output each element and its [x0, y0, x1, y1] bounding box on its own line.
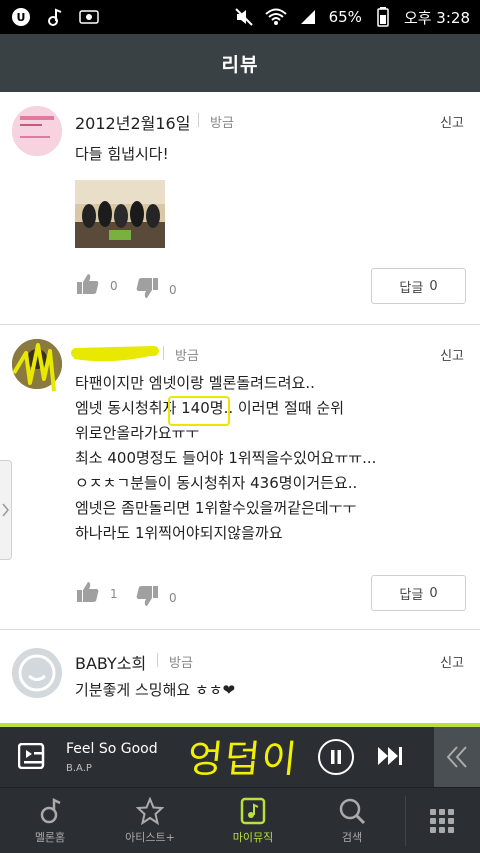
- grid-menu-icon: [430, 809, 454, 833]
- melon-note-icon: [40, 797, 61, 824]
- header-bar: 리뷰: [0, 34, 480, 92]
- review-author: BABY소희: [75, 654, 147, 673]
- status-bar: U 65% 오후 3:28: [0, 0, 480, 34]
- music-note-icon: [44, 6, 66, 28]
- thumbs-up-icon[interactable]: [76, 580, 100, 607]
- playlist-icon[interactable]: [17, 742, 46, 773]
- nav-item-search[interactable]: 검색: [320, 788, 384, 853]
- report-button[interactable]: 신고: [440, 112, 464, 131]
- my-music-icon: [240, 797, 266, 825]
- nav-item-melon-home[interactable]: 멜론홈: [18, 788, 82, 853]
- dislike-count: 0: [169, 590, 177, 605]
- thumbs-down-icon[interactable]: [135, 276, 159, 303]
- dislike-group: 0: [135, 276, 177, 303]
- like-count: 1: [110, 586, 118, 601]
- battery-icon: [372, 6, 394, 28]
- divider: [163, 346, 164, 360]
- wifi-icon: [264, 6, 287, 28]
- image-icon: [78, 6, 100, 28]
- review-photo[interactable]: [75, 180, 165, 248]
- svg-text:U: U: [17, 11, 26, 24]
- page-title: 리뷰: [221, 53, 259, 76]
- dislike-count: 0: [169, 282, 177, 297]
- review-content: 기분좋게 스밍해요 ㅎㅎ❤: [75, 681, 236, 699]
- thumbs-down-icon[interactable]: [135, 584, 159, 611]
- pause-button[interactable]: [318, 739, 354, 775]
- thumbs-up-icon[interactable]: [76, 272, 100, 299]
- review-time: 방금: [169, 656, 193, 671]
- mute-icon: [233, 6, 255, 28]
- clock: 오후 3:28: [403, 8, 470, 27]
- star-icon: [136, 797, 164, 825]
- like-count: 0: [110, 278, 118, 293]
- divider: [198, 113, 199, 127]
- dislike-group: 0: [135, 584, 177, 611]
- song-artist: B.A.P: [66, 763, 92, 774]
- reply-label: 답글: [399, 280, 424, 296]
- u-plus-icon: U: [10, 6, 32, 28]
- review-time: 방금: [210, 116, 234, 131]
- nav-divider: [405, 796, 406, 846]
- report-button[interactable]: 신고: [440, 345, 464, 364]
- reply-button[interactable]: 답글 0: [371, 575, 466, 611]
- reply-label: 답글: [399, 587, 424, 603]
- review-item: 2012년2월16일 방금 신고 다들 힘냅시다! 0 0 답글 0: [0, 92, 480, 325]
- reply-count: 0: [429, 278, 438, 294]
- next-button[interactable]: [376, 745, 404, 771]
- nav-label: 검색: [341, 831, 363, 844]
- reply-count: 0: [429, 585, 438, 601]
- like-group: 0: [76, 272, 118, 299]
- signal-icon: [297, 6, 319, 28]
- nav-item-my-music[interactable]: 마이뮤직: [218, 788, 288, 853]
- double-chevron-left-icon: [446, 746, 467, 768]
- collapse-button[interactable]: [434, 727, 480, 787]
- nav-item-menu[interactable]: [420, 788, 464, 853]
- pause-icon: [331, 750, 341, 764]
- reply-button[interactable]: 답글 0: [371, 268, 466, 304]
- avatar[interactable]: [12, 106, 62, 156]
- review-time: 방금: [175, 349, 199, 364]
- nav-label: 마이뮤직: [232, 831, 274, 844]
- review-item: 방금 신고 타팬이지만 엠넷이랑 멜론돌려드려요.. 엠넷 동시청취자 140명…: [0, 325, 480, 630]
- report-button[interactable]: 신고: [440, 652, 464, 671]
- nav-item-artist-plus[interactable]: 아티스트+: [108, 788, 192, 853]
- divider: [157, 653, 158, 667]
- review-author: 2012년2월16일: [75, 114, 191, 133]
- bottom-nav: 멜론홈 아티스트+ 마이뮤직 검색: [0, 787, 480, 853]
- now-playing-bar[interactable]: Feel So Good B.A.P: [0, 727, 480, 787]
- song-title: Feel So Good: [66, 741, 158, 757]
- battery-percent: 65%: [328, 8, 362, 26]
- like-group: 1: [76, 580, 118, 607]
- drawer-handle[interactable]: [0, 460, 12, 560]
- review-item: BABY소희 방금 신고 기분좋게 스밍해요 ㅎㅎ❤ 4: [0, 630, 480, 740]
- review-content: 타팬이지만 엠넷이랑 멜론돌려드려요.. 엠넷 동시청취자 140명.. 이러면…: [75, 374, 377, 542]
- chevron-right-icon: [1, 503, 9, 517]
- avatar[interactable]: [12, 648, 62, 698]
- nav-label: 멜론홈: [34, 831, 66, 844]
- avatar[interactable]: [12, 339, 62, 389]
- nav-label: 아티스트+: [125, 831, 175, 844]
- review-content: 다들 힘냅시다!: [75, 145, 169, 163]
- search-icon: [339, 798, 366, 825]
- skip-next-icon: [378, 747, 402, 765]
